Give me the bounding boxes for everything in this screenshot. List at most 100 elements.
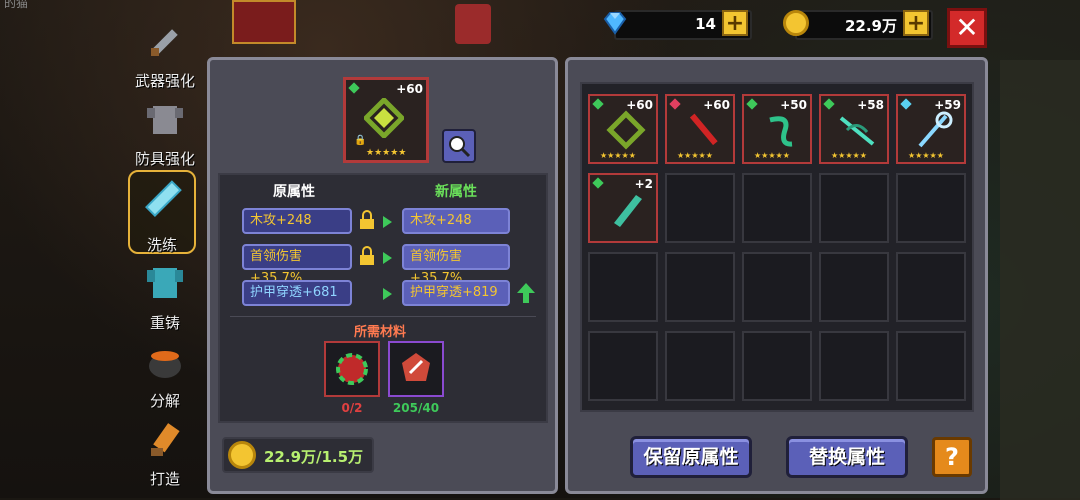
- reforge-panel: +60 🔒 ★★★★★ 原属性 新属性 木攻+248 木攻+248 首领伤害+3…: [207, 57, 558, 494]
- item-level: +60: [396, 82, 423, 96]
- side-item-label: 打造: [149, 470, 180, 488]
- lock-icon: 🔒: [354, 135, 367, 146]
- selected-item-slot[interactable]: +60 🔒 ★★★★★: [343, 77, 429, 163]
- gem-indicator: [746, 98, 758, 110]
- empty-slot[interactable]: [588, 252, 658, 322]
- old-attributes-header: 原属性: [273, 184, 315, 200]
- lock-icon[interactable]: [358, 210, 376, 230]
- material-slot[interactable]: [324, 341, 380, 397]
- side-item-armor-upgrade[interactable]: 防具强化: [125, 98, 205, 168]
- material-count: 0/2: [341, 401, 363, 415]
- help-button[interactable]: ?: [932, 437, 972, 477]
- sword-icon: [151, 29, 178, 56]
- empty-slot[interactable]: [896, 173, 966, 243]
- cauldron-icon: [149, 351, 181, 378]
- gem-indicator: [900, 98, 912, 110]
- inventory-item[interactable]: +60 ★★★★★: [665, 94, 735, 164]
- vine-spear-icon: [839, 116, 875, 146]
- star-rating: ★★★★★: [600, 151, 636, 160]
- lock-icon[interactable]: [358, 246, 376, 266]
- material-count: 205/40: [392, 401, 440, 415]
- arrow-right-icon: [383, 252, 392, 264]
- gem-indicator: [592, 177, 604, 189]
- star-rating: ★★★★★: [831, 151, 867, 160]
- gem-indicator: [592, 98, 604, 110]
- inventory-item[interactable]: +2: [588, 173, 658, 243]
- attribute-box: 原属性 新属性 木攻+248 木攻+248 首领伤害+35.7% 首领伤害+35…: [218, 173, 548, 423]
- star-rating: ★★★★★: [908, 151, 944, 160]
- material-slot[interactable]: [388, 341, 444, 397]
- divider: [230, 316, 536, 317]
- hammer-icon: [151, 423, 180, 456]
- new-stat: 木攻+248: [402, 208, 510, 234]
- ring-icon: [364, 98, 404, 138]
- new-stat: 首领伤害+35.7%: [402, 244, 510, 286]
- add-gems-button[interactable]: +: [722, 10, 748, 36]
- side-item-reforge[interactable]: 洗练: [128, 170, 196, 254]
- empty-slot[interactable]: [665, 331, 735, 401]
- gem-counter: 14 +: [603, 10, 752, 40]
- inventory-grid: +60 ★★★★★ +60 ★★★★★ +50 ★★★★★ +58 ★★★★★ …: [580, 82, 974, 412]
- arrow-right-icon: [383, 288, 392, 300]
- inventory-panel: +60 ★★★★★ +60 ★★★★★ +50 ★★★★★ +58 ★★★★★ …: [565, 57, 988, 494]
- new-attributes-header: 新属性: [435, 184, 477, 200]
- coin-counter: 22.9万 +: [783, 10, 933, 40]
- coin-icon: [783, 10, 809, 36]
- inventory-item[interactable]: +60 ★★★★★: [588, 94, 658, 164]
- empty-slot[interactable]: [742, 331, 812, 401]
- ring-icon: [606, 110, 646, 150]
- jade-blade-icon: [614, 195, 642, 227]
- empty-slot[interactable]: [742, 173, 812, 243]
- side-item-label: 武器强化: [134, 72, 195, 90]
- empty-slot[interactable]: [819, 331, 889, 401]
- crystal-sword-icon: [145, 180, 182, 217]
- side-item-recast[interactable]: 重铸: [125, 262, 205, 332]
- materials-title: 所需材料: [354, 325, 407, 340]
- arrow-right-icon: [383, 216, 392, 228]
- serpent-staff-icon: [769, 116, 793, 147]
- inspect-button[interactable]: [442, 129, 476, 163]
- cost-text: 22.9万/1.5万: [264, 448, 364, 466]
- side-item-craft[interactable]: 打造: [125, 418, 205, 488]
- coin-icon: [228, 441, 256, 469]
- ice-staff-icon: [918, 111, 953, 148]
- inventory-item[interactable]: +58 ★★★★★: [819, 94, 889, 164]
- old-stat: 护甲穿透+681: [242, 280, 352, 306]
- gem-indicator: [348, 82, 360, 94]
- gem-indicator: [823, 98, 835, 110]
- empty-slot[interactable]: [896, 252, 966, 322]
- star-rating: ★★★★★: [366, 148, 407, 158]
- empty-slot[interactable]: [665, 252, 735, 322]
- new-stat: 护甲穿透+819: [402, 280, 510, 306]
- background-carpet: [232, 0, 296, 44]
- inventory-item[interactable]: +59 ★★★★★: [896, 94, 966, 164]
- side-item-label: 洗练: [146, 236, 177, 254]
- side-item-decompose[interactable]: 分解: [125, 340, 205, 410]
- replace-attributes-button[interactable]: 替换属性: [786, 436, 908, 478]
- stone-icon: [402, 353, 430, 381]
- close-button[interactable]: ✕: [947, 8, 987, 48]
- red-orb-icon: [336, 353, 368, 385]
- empty-slot[interactable]: [665, 173, 735, 243]
- up-arrow-icon: [517, 283, 535, 303]
- background-character: [455, 4, 491, 44]
- keep-original-button[interactable]: 保留原属性: [630, 436, 752, 478]
- star-rating: ★★★★★: [754, 151, 790, 160]
- red-sword-icon: [689, 113, 718, 146]
- empty-slot[interactable]: [896, 331, 966, 401]
- empty-slot[interactable]: [819, 252, 889, 322]
- empty-slot[interactable]: [819, 173, 889, 243]
- empty-slot[interactable]: [588, 331, 658, 401]
- coin-count: 22.9万: [844, 17, 897, 35]
- diamond-icon: [603, 12, 627, 35]
- inventory-item[interactable]: +50 ★★★★★: [742, 94, 812, 164]
- background-wall: [1000, 60, 1080, 500]
- empty-slot[interactable]: [742, 252, 812, 322]
- gem-count: 14: [695, 15, 716, 33]
- old-stat: 木攻+248: [242, 208, 352, 234]
- add-coins-button[interactable]: +: [903, 10, 929, 36]
- blue-armor-icon: [147, 268, 183, 298]
- gem-indicator: [669, 98, 681, 110]
- cost-display: 22.9万/1.5万: [222, 437, 374, 473]
- side-item-weapon-upgrade[interactable]: 武器强化: [125, 20, 205, 90]
